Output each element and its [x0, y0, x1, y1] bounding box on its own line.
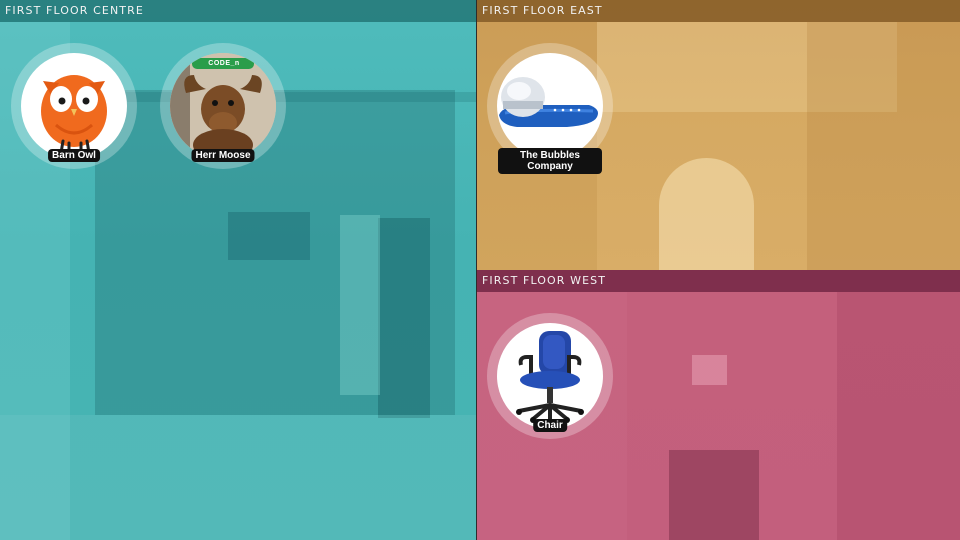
zone-first-floor-west: FIRST FLOOR WEST Chair	[477, 270, 960, 540]
background-doorway	[340, 215, 380, 395]
device-the-bubbles-company[interactable]: The Bubbles Company	[487, 43, 613, 174]
zone-first-floor-centre: FIRST FLOOR CENTRE Barn Owl CODE_n Herr …	[0, 0, 476, 540]
background-corridor-door	[669, 450, 759, 540]
owl-plush-icon	[41, 75, 107, 157]
bubble-machine-icon	[499, 77, 598, 127]
device-chair[interactable]: Chair	[487, 313, 613, 439]
background-right-wall	[837, 292, 960, 540]
zone-first-floor-east: FIRST FLOOR EAST The Bubbles Company	[477, 0, 960, 270]
device-herr-moose[interactable]: CODE_n Herr Moose	[160, 43, 286, 169]
device-label: Herr Moose	[191, 149, 255, 162]
device-barn-owl[interactable]: Barn Owl	[11, 43, 137, 169]
zone-title: FIRST FLOOR WEST	[477, 270, 960, 292]
device-avatar	[21, 53, 127, 159]
background-floor	[0, 415, 476, 540]
background-screen	[228, 212, 310, 260]
zone-title: FIRST FLOOR EAST	[477, 0, 960, 22]
background-door	[378, 218, 430, 418]
device-label: Barn Owl	[48, 149, 100, 162]
background-ceiling-light	[692, 355, 727, 385]
zone-title: FIRST FLOOR CENTRE	[0, 0, 476, 22]
device-label: The Bubbles Company	[498, 148, 602, 174]
office-chair-icon	[516, 331, 584, 423]
background-right-wall	[807, 22, 960, 270]
device-avatar	[497, 323, 603, 429]
background-arch-window	[659, 158, 754, 270]
code-n-badge: CODE_n	[208, 60, 240, 67]
device-avatar	[497, 53, 603, 159]
device-label: Chair	[533, 419, 567, 432]
